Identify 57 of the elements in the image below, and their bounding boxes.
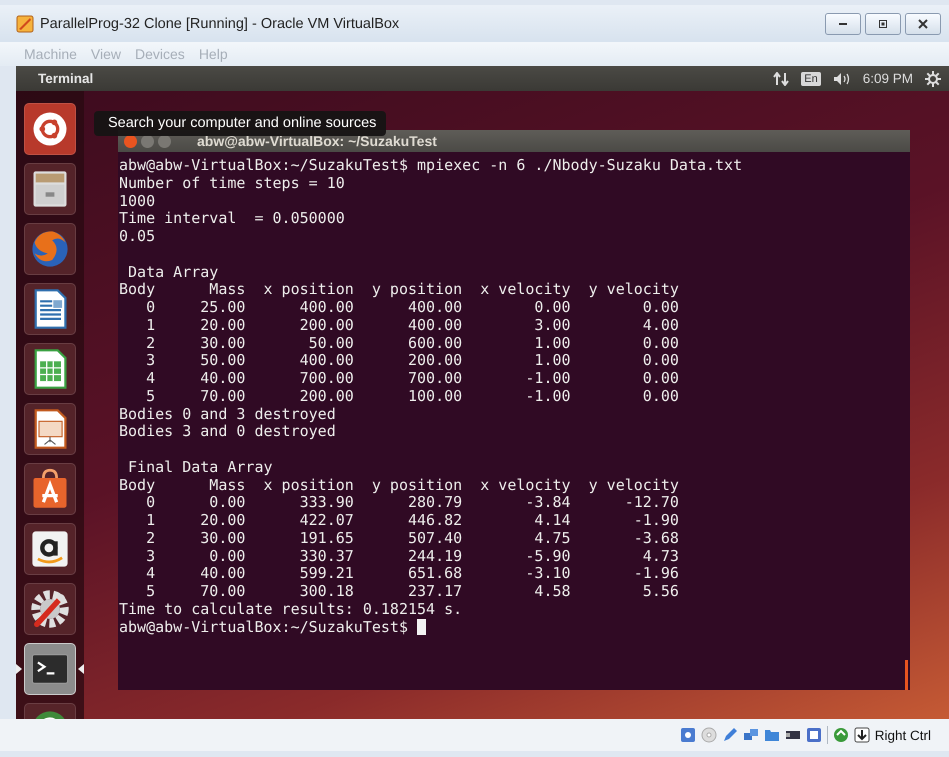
terminal-line: 1 20.00 422.07 446.82 4.14 -1.90 [145, 512, 679, 530]
launcher-item[interactable] [24, 343, 76, 395]
terminal-line: Body Mass x position y position x velocity y velocity [119, 281, 679, 299]
terminal-line: 0.05 [119, 228, 156, 246]
terminal-line: Time interval = 0.050000 [119, 210, 345, 228]
terminal-line: 5 70.00 200.00 100.00 -1.00 0.00 [145, 388, 679, 406]
terminal-line: 4 40.00 599.21 651.68 -3.10 -1.96 [145, 565, 679, 583]
terminal-line: Number of time steps = 10 [119, 174, 345, 192]
terminal-line: 2 30.00 50.00 600.00 1.00 0.00 [145, 334, 679, 352]
optical-disc-icon [700, 727, 717, 743]
terminal-title: abw@abw-VirtualBox: ~/SuzakuTest [197, 133, 437, 149]
terminal-line: Bodies 0 and 3 destroyed [119, 406, 336, 424]
terminal-line: 5 70.00 300.18 237.17 4.58 5.56 [145, 583, 679, 601]
network-arrows-icon[interactable] [773, 72, 790, 86]
launcher-item[interactable] [24, 583, 76, 635]
close-icon [917, 18, 929, 30]
minimize-icon [839, 22, 847, 24]
terminal-line: 0 25.00 400.00 400.00 0.00 0.00 [145, 299, 679, 317]
down-arrow-icon [854, 727, 870, 743]
terminal-line: Bodies 3 and 0 destroyed [119, 423, 336, 441]
terminal-line: 1 20.00 200.00 400.00 3.00 4.00 [145, 316, 679, 334]
terminal-line: 1000 [119, 192, 156, 210]
app-icon [16, 14, 34, 32]
terminal-line: Body Mass x position y position x velocity y velocity [119, 476, 679, 494]
terminal-line: abw@abw-VirtualBox:~/SuzakuTest$ mpiexec -n 6 ./Nbody-Suzaku Data.txt [119, 157, 742, 175]
clock[interactable]: 6:09 PM [862, 71, 913, 86]
terminal-line: Data Array [127, 264, 218, 282]
folder-icon [764, 727, 780, 743]
maximize-icon [877, 18, 889, 30]
terminal-line: 4 40.00 700.00 700.00 -1.00 0.00 [145, 370, 679, 388]
terminal-line: 0 0.00 333.90 280.79 -3.84 -12.70 [146, 494, 679, 512]
launcher-item[interactable] [24, 163, 76, 215]
volume-icon[interactable] [832, 72, 851, 86]
terminal-line: Final Data Array [127, 458, 273, 476]
app-name: Terminal [38, 71, 94, 86]
terminal-line: abw@abw-VirtualBox:~/SuzakuTest$ [119, 618, 408, 636]
launcher-item[interactable] [24, 523, 76, 575]
launcher-item[interactable] [24, 403, 76, 455]
terminal-line: 3 50.00 400.00 200.00 1.00 0.00 [145, 352, 679, 370]
terminal-line: 2 30.00 191.65 507.40 4.75 -3.68 [145, 530, 679, 548]
tooltip: Search your computer and online sources [94, 111, 386, 136]
keyboard-layout-indicator[interactable]: En [801, 72, 821, 86]
terminal-line: 3 0.00 330.37 244.19 -5.90 4.73 [145, 548, 679, 566]
pencil-icon [722, 727, 738, 743]
launcher-item[interactable] [24, 283, 76, 335]
settings-icon[interactable] [925, 70, 941, 86]
minimize-button[interactable] [825, 12, 861, 34]
focus-indicator [78, 664, 84, 674]
maximize-button[interactable] [865, 12, 901, 34]
host-key-label: Right Ctrl [874, 728, 931, 742]
launcher-item[interactable] [24, 463, 76, 515]
close-button[interactable] [905, 12, 941, 34]
terminal-line: Time to calculate results: 0.182154 s. [119, 600, 462, 618]
launcher-item[interactable] [24, 643, 76, 695]
window-title: ParallelProg-32 Clone [Running] - Oracle VM VirtualBox [40, 16, 400, 32]
network-icon [742, 727, 759, 743]
scrollbar-thumb[interactable] [905, 660, 908, 690]
